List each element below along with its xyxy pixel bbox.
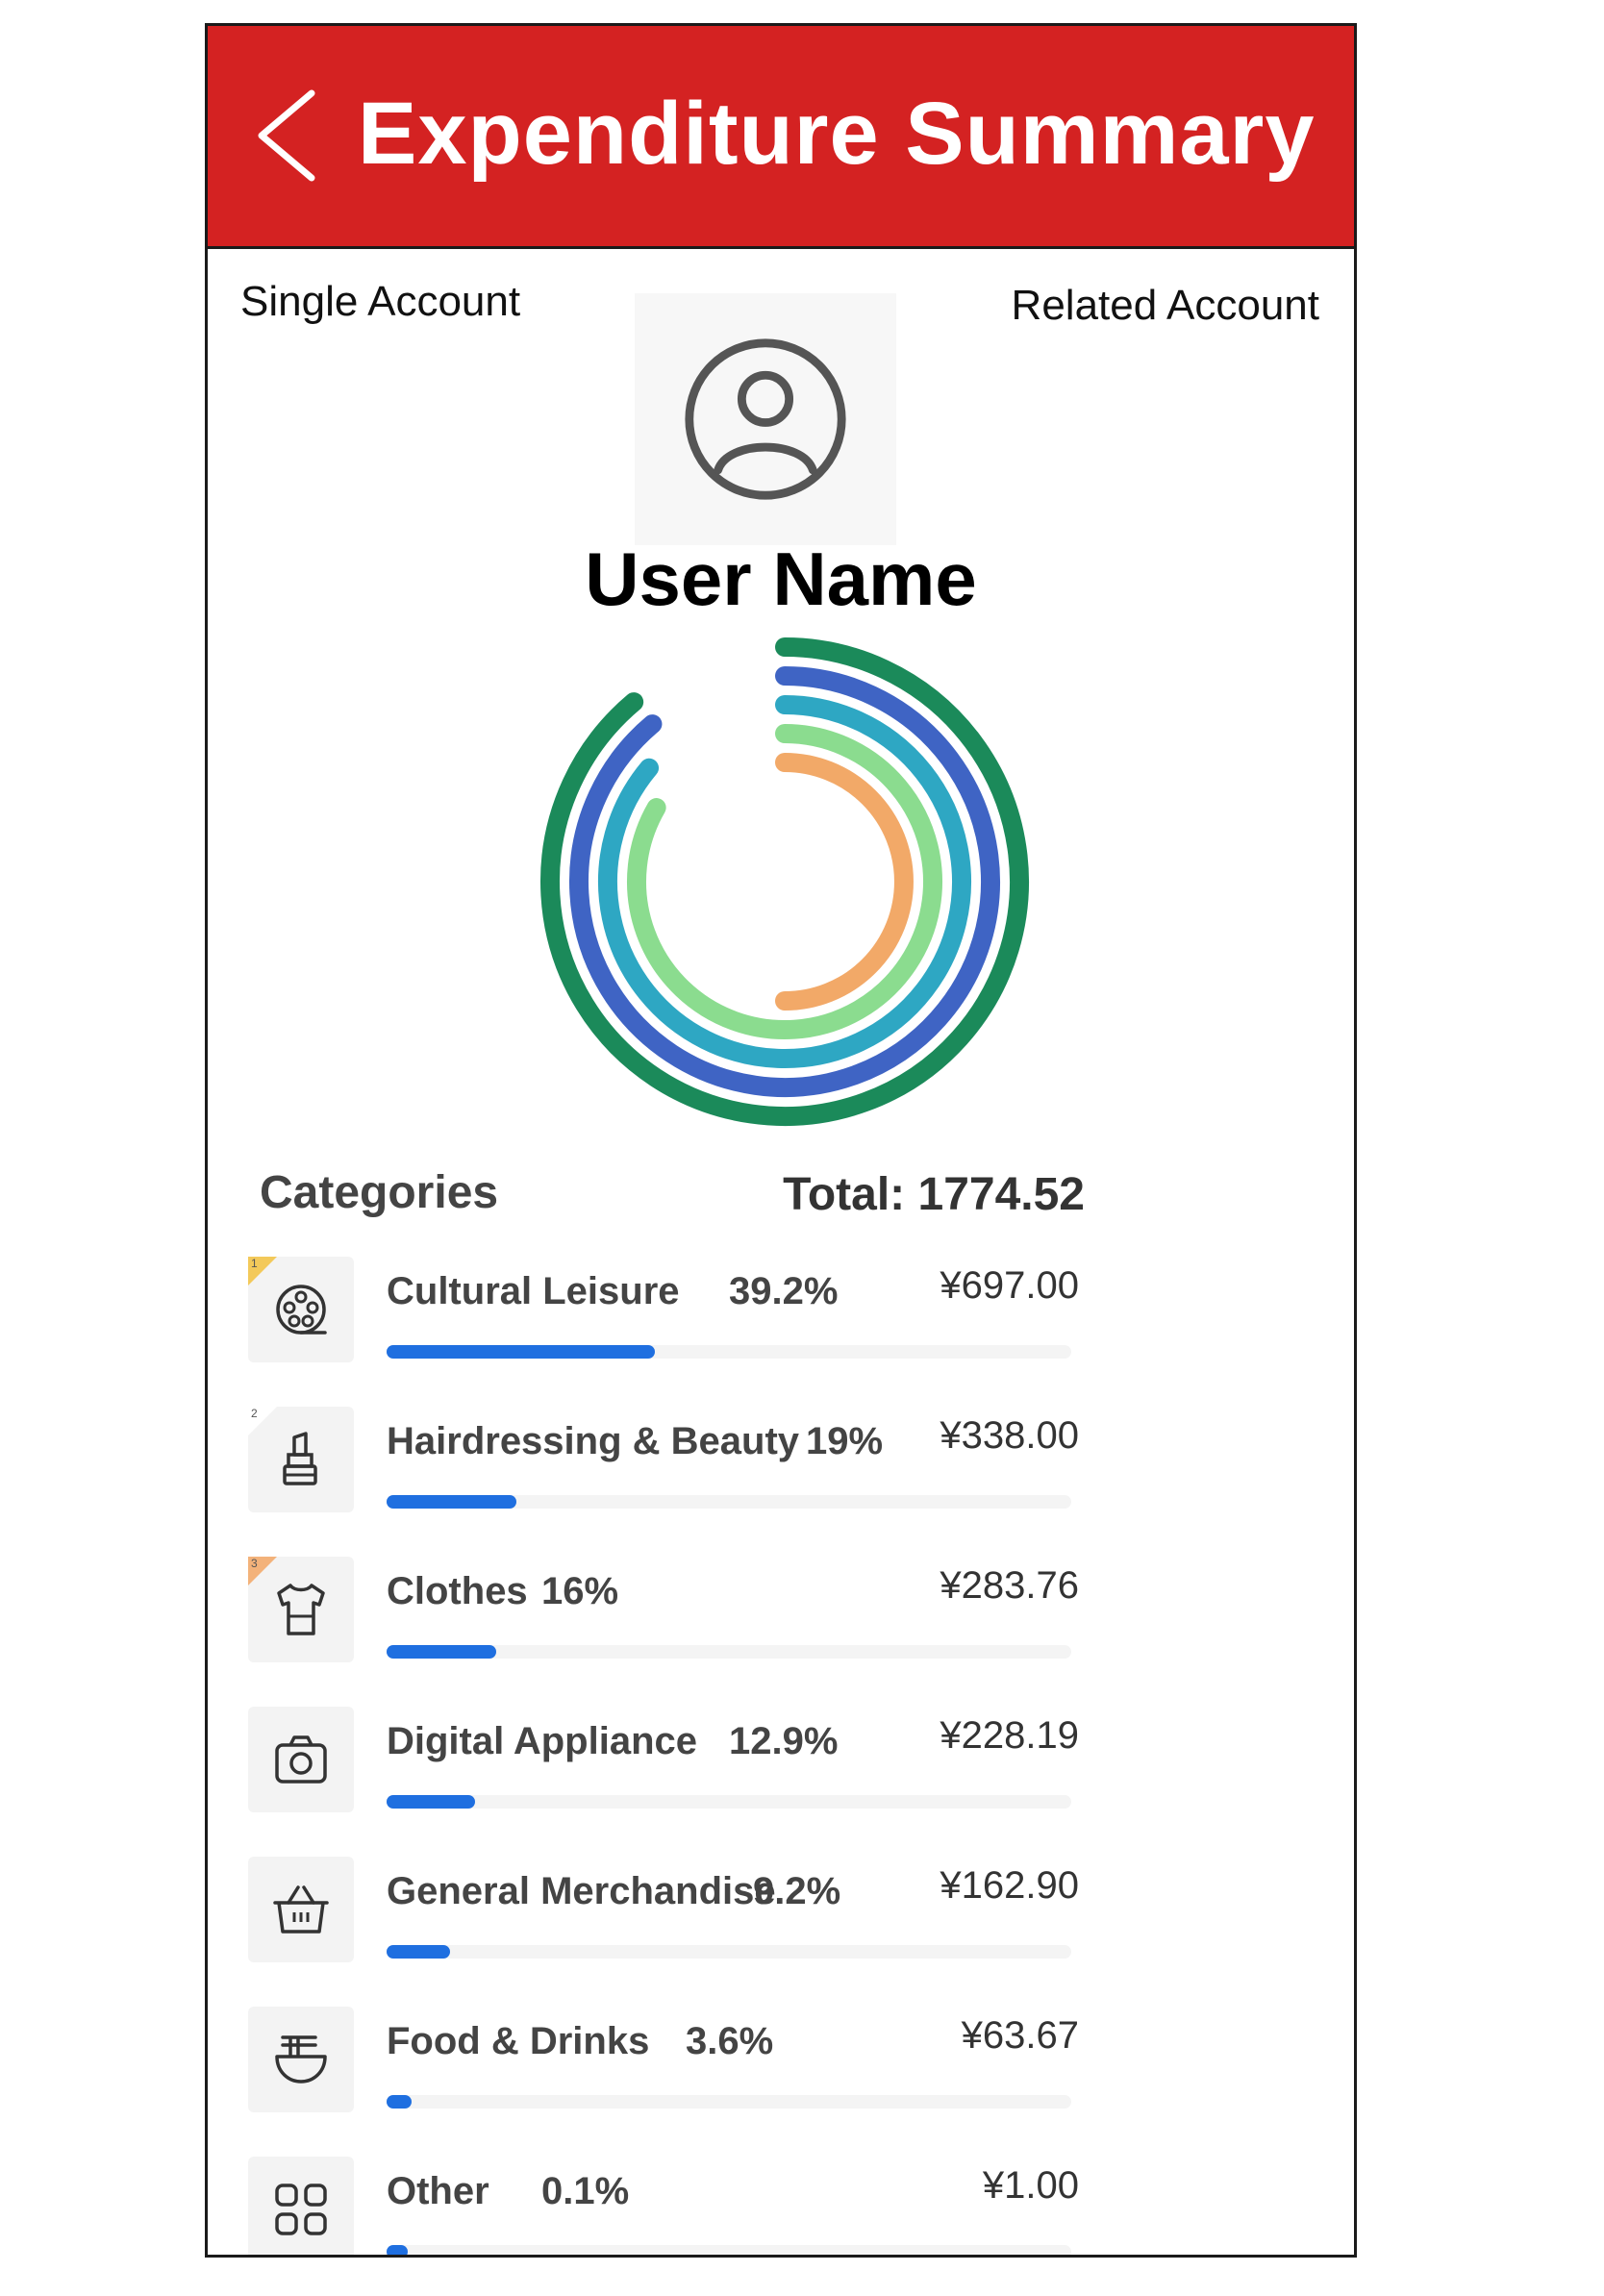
category-row[interactable]: 3 Clothes 16% ¥283.76 (248, 1557, 1094, 1701)
category-progress-track (387, 1645, 1071, 1659)
basket-icon (273, 1885, 329, 1934)
category-row[interactable]: 2 Hairdressing & Beauty 19% ¥338.00 (248, 1407, 1094, 1551)
category-progress-track (387, 1495, 1071, 1509)
category-row[interactable]: Food & Drinks 3.6% ¥63.67 (248, 2007, 1094, 2151)
category-percent: 16% (541, 1570, 619, 1612)
category-percent: 0.1% (541, 2170, 630, 2212)
category-percent: 12.9% (729, 1720, 839, 1762)
category-name: Other (387, 2170, 489, 2212)
category-amount: ¥1.00 (982, 2164, 1079, 2207)
category-progress-track (387, 2245, 1071, 2255)
header-bar: Expenditure Summary (208, 26, 1354, 249)
category-icon-box: 3 (248, 1557, 354, 1662)
category-name: Cultural Leisure (387, 1270, 680, 1312)
categories-heading: Categories (260, 1167, 499, 1218)
app-frame: Expenditure Summary Single Account Relat… (205, 23, 1357, 2258)
category-icon-box (248, 2157, 354, 2255)
category-amount: ¥63.67 (961, 2014, 1079, 2057)
tab-related-account[interactable]: Related Account (1012, 282, 1319, 330)
rank-number: 1 (251, 1257, 258, 1270)
film-reel-icon (276, 1285, 327, 1335)
back-button[interactable] (244, 87, 331, 184)
category-name: Clothes (387, 1570, 528, 1612)
category-row[interactable]: Digital Appliance 12.9% ¥228.19 (248, 1707, 1094, 1851)
avatar[interactable] (635, 293, 896, 545)
user-name: User Name (585, 537, 977, 621)
category-amount: ¥283.76 (940, 1564, 1079, 1607)
rank-number: 3 (251, 1557, 258, 1570)
shirt-icon (277, 1584, 325, 1635)
category-progress-track (387, 1345, 1071, 1359)
user-circle-icon (685, 338, 846, 500)
category-icon-box (248, 2007, 354, 2112)
page-title: Expenditure Summary (358, 85, 1316, 183)
category-progress-fill (387, 1495, 516, 1509)
category-name: General Merchandise (387, 1870, 776, 1912)
category-name: Digital Appliance (387, 1720, 698, 1762)
category-progress-fill (387, 2095, 412, 2109)
spending-radial-chart (525, 622, 1044, 1141)
category-name: Food & Drinks (387, 2020, 650, 2062)
category-progress-track (387, 1795, 1071, 1809)
category-progress-track (387, 2095, 1071, 2109)
category-progress-fill (387, 1795, 475, 1809)
category-row[interactable]: Other 0.1% ¥1.00 (248, 2157, 1094, 2255)
category-row[interactable]: 1 Cultural Leisure 39.2% ¥697.00 (248, 1257, 1094, 1401)
tab-single-account[interactable]: Single Account (240, 278, 520, 326)
category-percent: 39.2% (729, 1270, 839, 1312)
lipstick-icon (283, 1432, 317, 1485)
camera-icon (275, 1735, 327, 1784)
category-progress-track (387, 1945, 1071, 1959)
category-icon-box: 2 (248, 1407, 354, 1512)
category-name: Hairdressing & Beauty (387, 1420, 800, 1462)
category-progress-fill (387, 1345, 655, 1359)
category-progress-fill (387, 2245, 408, 2255)
noodle-bowl-icon (275, 2035, 327, 2084)
category-percent: 9.2% (753, 1870, 841, 1912)
grid-icon (275, 2184, 327, 2235)
category-icon-box: 1 (248, 1257, 354, 1362)
radial-arc-cultural-leisure (540, 637, 1029, 1126)
category-amount: ¥228.19 (940, 1714, 1079, 1757)
category-percent: 3.6% (686, 2020, 774, 2062)
total-amount: Total: 1774.52 (783, 1169, 1085, 1220)
radial-arc-digital-appliance (627, 724, 942, 1039)
radial-arc-general-merchandise (775, 753, 914, 1011)
chevron-left-icon (258, 89, 315, 182)
category-percent: 19% (806, 1420, 884, 1462)
category-row[interactable]: General Merchandise 9.2% ¥162.90 (248, 1857, 1094, 2001)
category-amount: ¥162.90 (940, 1864, 1079, 1907)
category-progress-fill (387, 1945, 450, 1959)
category-icon-box (248, 1707, 354, 1812)
category-amount: ¥338.00 (940, 1414, 1079, 1457)
category-progress-fill (387, 1645, 496, 1659)
category-icon-box (248, 1857, 354, 1962)
category-amount: ¥697.00 (940, 1264, 1079, 1307)
rank-number: 2 (251, 1407, 258, 1420)
